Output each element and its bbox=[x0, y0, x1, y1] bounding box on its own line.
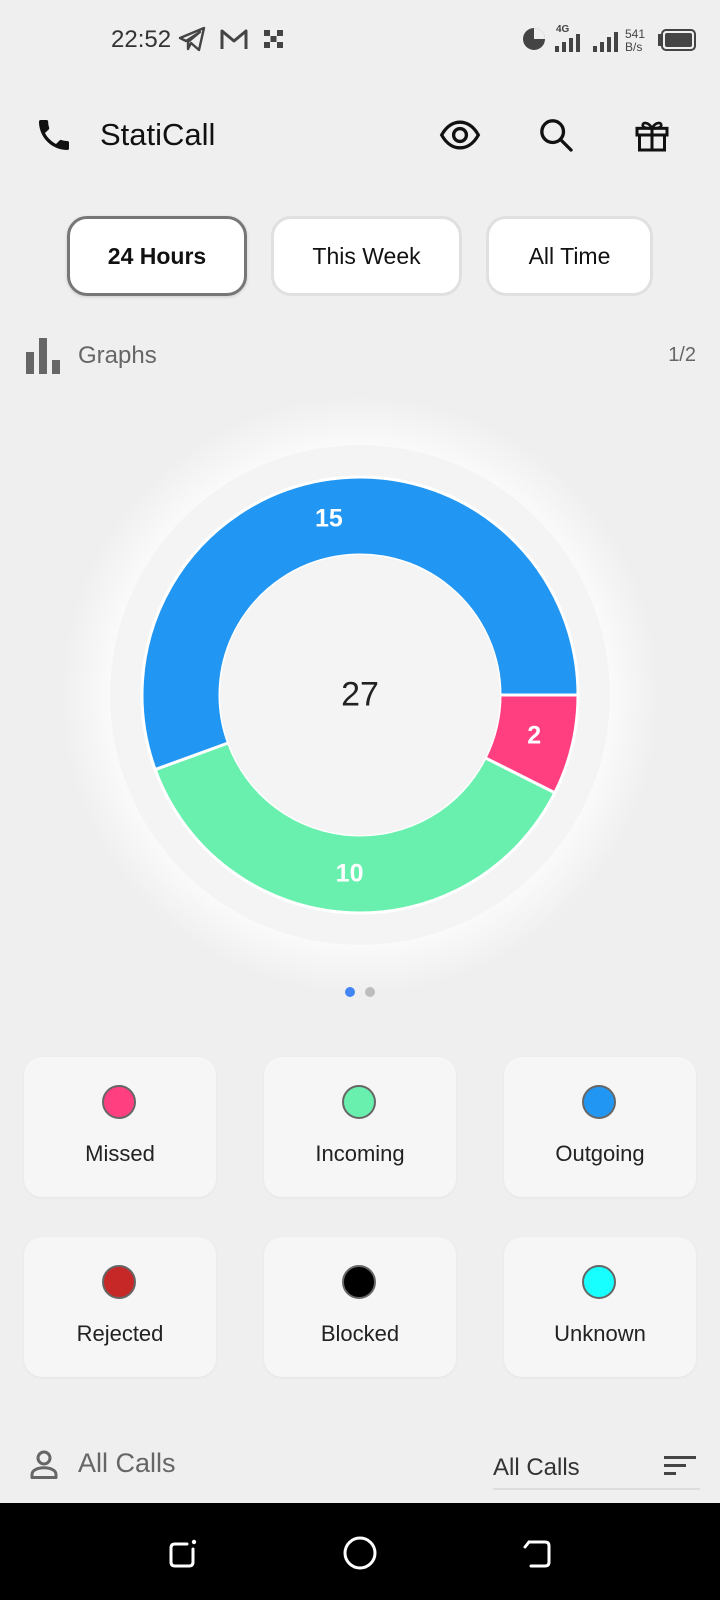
legend-swatch-blocked bbox=[342, 1265, 376, 1299]
signal-icon bbox=[555, 34, 585, 57]
calls-filter-value: All Calls bbox=[493, 1454, 580, 1481]
app-bar: StatiCall bbox=[0, 95, 720, 175]
status-time: 22:52 bbox=[111, 26, 172, 53]
tab-this-week[interactable]: This Week bbox=[271, 216, 462, 296]
eye-icon[interactable] bbox=[436, 111, 484, 159]
legend-label-blocked: Blocked bbox=[320, 1321, 400, 1346]
data-saver-icon bbox=[521, 26, 547, 57]
legend-swatch-rejected bbox=[102, 1265, 136, 1299]
legend-card-incoming[interactable]: Incoming bbox=[264, 1057, 456, 1197]
pager-dot[interactable] bbox=[365, 987, 375, 997]
bar-chart-icon bbox=[26, 338, 60, 379]
donut-value-outgoing: 15 bbox=[315, 504, 343, 533]
sort-icon[interactable] bbox=[664, 1454, 696, 1483]
donut-value-missed: 2 bbox=[527, 721, 542, 750]
person-icon bbox=[26, 1446, 62, 1487]
battery-icon bbox=[657, 29, 697, 56]
tab-24-hours[interactable]: 24 Hours bbox=[67, 216, 247, 296]
legend-card-missed[interactable]: Missed bbox=[24, 1057, 216, 1197]
legend-label-unknown: Unknown bbox=[554, 1321, 646, 1346]
legend-card-rejected[interactable]: Rejected bbox=[24, 1237, 216, 1377]
app-title: StatiCall bbox=[100, 117, 216, 152]
legend-label-rejected: Rejected bbox=[76, 1321, 164, 1346]
signal-icon bbox=[593, 32, 623, 57]
donut-value-incoming: 10 bbox=[335, 859, 364, 888]
graphs-page-indicator: 1/2 bbox=[668, 344, 696, 366]
home-icon[interactable] bbox=[336, 1529, 384, 1577]
legend-swatch-missed bbox=[102, 1085, 136, 1119]
gmail-icon bbox=[219, 26, 249, 57]
tab-all-time[interactable]: All Time bbox=[486, 216, 653, 296]
search-icon[interactable] bbox=[532, 111, 580, 159]
legend-swatch-incoming bbox=[342, 1085, 376, 1119]
calls-title: All Calls bbox=[78, 1448, 176, 1478]
app-grid-icon bbox=[263, 26, 285, 57]
pager-dots bbox=[0, 986, 720, 998]
network-speed-value: 541 bbox=[625, 27, 646, 41]
legend-swatch-outgoing bbox=[582, 1085, 616, 1119]
pager-dot-active[interactable] bbox=[345, 987, 355, 997]
telegram-icon bbox=[178, 26, 206, 57]
back-icon[interactable] bbox=[512, 1529, 560, 1577]
legend-swatch-unknown bbox=[582, 1265, 616, 1299]
legend-card-unknown[interactable]: Unknown bbox=[504, 1237, 696, 1377]
donut-total: 27 bbox=[341, 675, 379, 714]
graphs-title: Graphs bbox=[78, 342, 157, 369]
status-bar: 22:52 4G 541 B/s bbox=[0, 0, 720, 80]
recents-icon[interactable] bbox=[160, 1529, 208, 1577]
legend-card-outgoing[interactable]: Outgoing bbox=[504, 1057, 696, 1197]
legend-label-incoming: Incoming bbox=[315, 1141, 405, 1166]
calls-filter-dropdown[interactable]: All Calls bbox=[493, 1444, 700, 1490]
phone-icon bbox=[30, 111, 78, 159]
legend-label-missed: Missed bbox=[85, 1141, 155, 1166]
system-nav-bar bbox=[0, 1503, 720, 1600]
gift-icon[interactable] bbox=[628, 111, 676, 159]
legend-card-blocked[interactable]: Blocked bbox=[264, 1237, 456, 1377]
calls-header: All Calls All Calls bbox=[0, 1440, 720, 1500]
graphs-header: Graphs 1/2 bbox=[0, 334, 720, 378]
legend-label-outgoing: Outgoing bbox=[555, 1141, 645, 1166]
network-speed-unit: B/s bbox=[625, 40, 643, 54]
